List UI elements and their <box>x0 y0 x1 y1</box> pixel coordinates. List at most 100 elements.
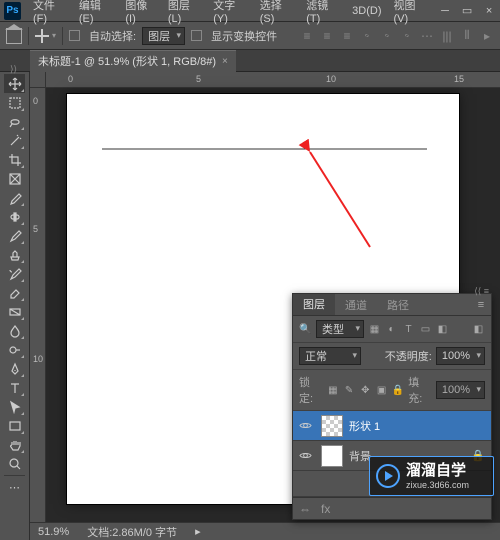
lasso-tool[interactable] <box>4 112 25 131</box>
layer-item[interactable]: 形状 1 <box>293 411 491 441</box>
clone-stamp-tool[interactable] <box>4 245 25 264</box>
dodge-tool[interactable] <box>4 340 25 359</box>
ruler-horizontal[interactable]: 0 5 10 15 <box>46 72 500 88</box>
marquee-tool[interactable] <box>4 93 25 112</box>
visibility-icon[interactable] <box>293 449 317 462</box>
edit-toolbar-icon[interactable]: ⋯ <box>4 478 25 497</box>
close-tab-icon[interactable]: × <box>222 56 228 67</box>
magic-wand-tool[interactable] <box>4 131 25 150</box>
link-layers-icon[interactable]: ⇔ <box>299 502 311 516</box>
eyedropper-tool[interactable] <box>4 188 25 207</box>
tab-channels[interactable]: 通道 <box>335 294 377 315</box>
align-right-icon[interactable]: ≡ <box>340 29 354 43</box>
move-tool[interactable] <box>4 74 25 93</box>
menu-select[interactable]: 选择(S) <box>254 0 301 25</box>
show-transform-checkbox[interactable] <box>191 30 202 41</box>
menu-view[interactable]: 视图(V) <box>388 0 435 25</box>
rectangle-tool[interactable] <box>4 416 25 435</box>
document-info[interactable]: 文档:2.86M/0 字节 <box>87 524 177 540</box>
filter-smart-icon[interactable]: ◧ <box>436 323 449 336</box>
visibility-icon[interactable] <box>293 419 317 432</box>
window-restore-icon[interactable]: ▭ <box>456 1 478 21</box>
tab-paths[interactable]: 路径 <box>377 294 419 315</box>
menu-bar: Ps 文件(F) 编辑(E) 图像(I) 图层(L) 文字(Y) 选择(S) 滤… <box>0 0 500 22</box>
align-left-icon[interactable]: ≡ <box>300 29 314 43</box>
path-selection-tool[interactable] <box>4 397 25 416</box>
align-top-icon[interactable]: ꠶ <box>360 29 374 43</box>
fill-input[interactable]: 100% <box>436 381 485 399</box>
ruler-vertical[interactable]: 0 5 10 <box>30 88 46 522</box>
window-close-icon[interactable]: × <box>478 1 500 21</box>
tool-separator <box>4 475 25 476</box>
layer-thumbnail[interactable] <box>321 445 343 467</box>
align-bottom-icon[interactable]: ꠶ <box>400 29 414 43</box>
hand-tool[interactable] <box>4 435 25 454</box>
auto-select-checkbox[interactable] <box>69 30 80 41</box>
watermark: 溜溜自学 zixue.3d66.com <box>369 456 494 496</box>
lock-artboard-icon[interactable]: ▣ <box>375 384 387 397</box>
filter-pixel-icon[interactable]: ▦ <box>368 323 381 336</box>
filter-type-icon[interactable]: T <box>402 323 415 336</box>
document-tab-title: 未标题-1 @ 51.9% (形状 1, RGB/8#) <box>38 53 216 69</box>
info-chevron-icon[interactable]: ▸ <box>195 525 201 538</box>
panel-menu-icon[interactable]: ≡ <box>471 294 491 315</box>
tool-preset-dropdown-icon[interactable]: ▾ <box>52 31 56 40</box>
gradient-tool[interactable] <box>4 302 25 321</box>
ruler-tick: 5 <box>33 224 38 234</box>
type-tool[interactable] <box>4 378 25 397</box>
history-brush-tool[interactable] <box>4 264 25 283</box>
auto-select-label: 自动选择: <box>89 28 136 44</box>
panel-collapse-icon[interactable]: ⟨⟨ ≡ <box>474 286 489 297</box>
layer-name[interactable]: 形状 1 <box>347 418 491 434</box>
align-middle-icon[interactable]: ꠶ <box>380 29 394 43</box>
eraser-tool[interactable] <box>4 283 25 302</box>
align-center-icon[interactable]: ≡ <box>320 29 334 43</box>
document-tab-bar: 未标题-1 @ 51.9% (形状 1, RGB/8#) × <box>0 50 500 72</box>
lock-transparent-icon[interactable]: ▦ <box>327 384 339 397</box>
lock-image-icon[interactable]: ✎ <box>343 384 355 397</box>
app-logo: Ps <box>4 2 21 20</box>
distribute-v-icon[interactable]: ⦀ <box>460 29 474 43</box>
lock-position-icon[interactable]: ✥ <box>359 384 371 397</box>
auto-select-dropdown[interactable]: 图层 <box>142 27 185 45</box>
crop-tool[interactable] <box>4 150 25 169</box>
zoom-tool[interactable] <box>4 454 25 473</box>
filter-adjust-icon[interactable]: ◐ <box>385 323 398 336</box>
blend-mode-dropdown[interactable]: 正常 <box>299 347 361 365</box>
opacity-label: 不透明度: <box>385 348 432 364</box>
filter-shape-icon[interactable]: ▭ <box>419 323 432 336</box>
lock-all-icon[interactable]: 🔒 <box>392 384 404 397</box>
ruler-tick: 10 <box>33 354 43 364</box>
menu-filter[interactable]: 滤镜(T) <box>300 0 346 25</box>
menu-edit[interactable]: 编辑(E) <box>73 0 120 25</box>
filter-toggle[interactable]: ◧ <box>472 323 485 336</box>
options-bar: ▾ 自动选择: 图层 显示变换控件 ≡ ≡ ≡ ꠶ ꠶ ꠶ ⋯ ||| ⦀ ▸ <box>0 22 500 50</box>
filter-kind-dropdown[interactable]: 类型 <box>316 320 364 338</box>
divider <box>62 27 63 45</box>
menu-file[interactable]: 文件(F) <box>27 0 73 25</box>
distribute-h-icon[interactable]: ||| <box>440 29 454 43</box>
menu-3d[interactable]: 3D(D) <box>346 5 387 17</box>
pen-tool[interactable] <box>4 359 25 378</box>
move-tool-icon[interactable] <box>35 29 49 43</box>
layer-style-icon[interactable]: fx <box>321 502 330 516</box>
ruler-origin[interactable] <box>30 72 46 88</box>
window-minimize-icon[interactable]: ─ <box>434 1 456 21</box>
zoom-level[interactable]: 51.9% <box>38 526 69 538</box>
layer-thumbnail[interactable] <box>321 415 343 437</box>
healing-brush-tool[interactable] <box>4 207 25 226</box>
opacity-input[interactable]: 100% <box>436 347 485 365</box>
blur-tool[interactable] <box>4 321 25 340</box>
menu-type[interactable]: 文字(Y) <box>207 0 254 25</box>
search-icon[interactable]: 🔍 <box>299 323 312 336</box>
brush-tool[interactable] <box>4 226 25 245</box>
play-icon <box>376 464 400 488</box>
more-options-icon[interactable]: ⋯ <box>420 29 434 43</box>
tab-layers[interactable]: 图层 <box>293 294 335 315</box>
menu-image[interactable]: 图像(I) <box>119 0 161 25</box>
frame-tool[interactable] <box>4 169 25 188</box>
home-icon[interactable] <box>6 28 22 44</box>
menu-layer[interactable]: 图层(L) <box>162 0 207 25</box>
panel-menu-icon[interactable]: ▸ <box>480 29 494 43</box>
document-tab[interactable]: 未标题-1 @ 51.9% (形状 1, RGB/8#) × <box>30 50 236 72</box>
